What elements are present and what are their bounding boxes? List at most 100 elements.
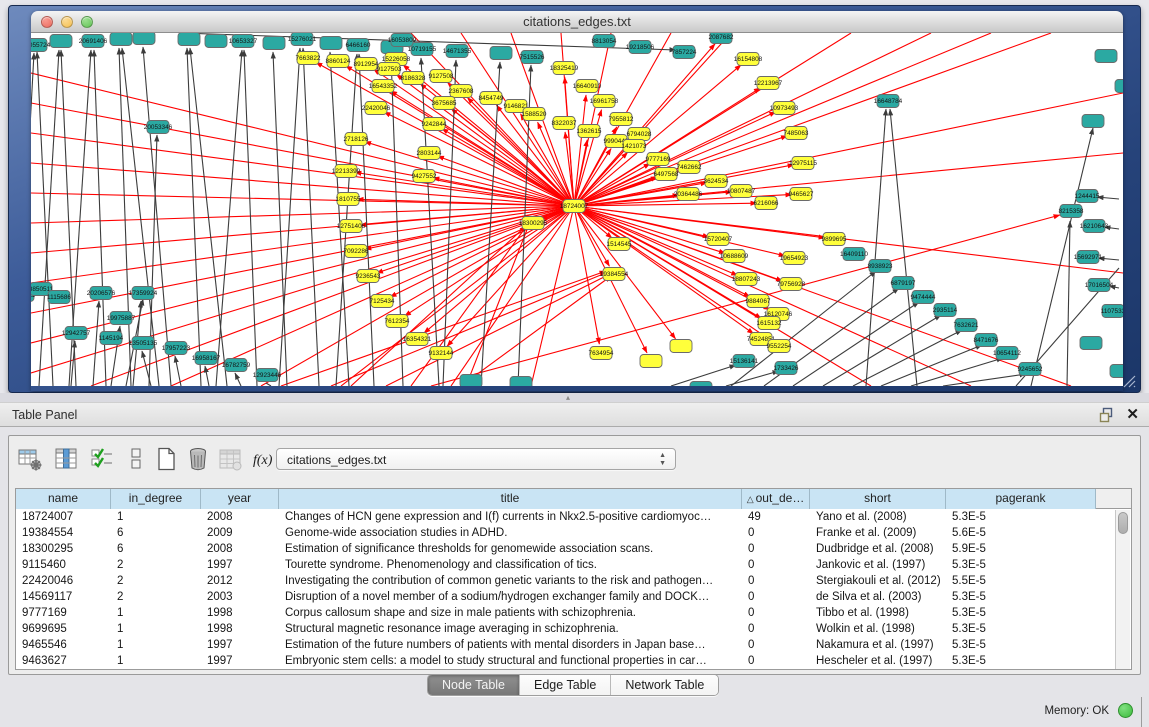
graph-node[interactable]: 2087682 bbox=[709, 33, 734, 44]
graph-node[interactable]: 8813054 bbox=[592, 35, 617, 48]
select-columns-icon[interactable] bbox=[89, 446, 115, 472]
window-titlebar[interactable]: citations_edges.txt bbox=[31, 11, 1123, 33]
cell-year[interactable]: 1997 bbox=[201, 557, 279, 573]
cell-year[interactable]: 1998 bbox=[201, 605, 279, 621]
graph-node[interactable]: 9236543 bbox=[356, 270, 381, 283]
graph-node[interactable]: 20206576 bbox=[87, 287, 116, 300]
cell-title[interactable]: Corpus callosum shape and size in male p… bbox=[279, 605, 742, 621]
cell-out_de[interactable]: 0 bbox=[742, 653, 810, 669]
graph-node[interactable]: 1244415 bbox=[1075, 190, 1100, 203]
cell-year[interactable]: 2009 bbox=[201, 525, 279, 541]
cell-year[interactable]: 2012 bbox=[201, 573, 279, 589]
close-panel-icon[interactable]: ✕ bbox=[1126, 405, 1139, 423]
graph-node[interactable]: 7663822 bbox=[296, 52, 321, 65]
cell-in_degree[interactable]: 1 bbox=[111, 653, 201, 669]
graph-node[interactable]: 7485063 bbox=[784, 127, 809, 140]
graph-node[interactable]: 19654923 bbox=[780, 252, 809, 265]
graph-node[interactable]: 8912954 bbox=[354, 58, 379, 71]
graph-node[interactable]: 8322037 bbox=[552, 117, 577, 130]
cell-year[interactable]: 2008 bbox=[201, 509, 279, 525]
table-row[interactable]: 1830029562008Estimation of significance … bbox=[16, 541, 1131, 557]
cell-in_degree[interactable]: 6 bbox=[111, 541, 201, 557]
table-row[interactable]: 969969511998Structural magnetic resonanc… bbox=[16, 621, 1131, 637]
cell-short[interactable]: Stergiakouli et al. (2012) bbox=[810, 573, 946, 589]
graph-node[interactable]: 17957223 bbox=[162, 342, 191, 355]
graph-node[interactable]: 9552254 bbox=[767, 340, 792, 353]
graph-node[interactable]: 8471676 bbox=[974, 334, 999, 347]
resize-grip-icon[interactable] bbox=[1120, 372, 1136, 388]
graph-node[interactable]: 17359924 bbox=[129, 287, 158, 300]
graph-node[interactable] bbox=[1080, 337, 1102, 350]
cell-pagerank[interactable]: 5.3E-5 bbox=[946, 637, 1096, 653]
table-settings-icon[interactable] bbox=[17, 446, 43, 472]
cell-out_de[interactable]: 0 bbox=[742, 557, 810, 573]
graph-node[interactable]: 2935114 bbox=[933, 304, 958, 317]
cell-title[interactable]: Genome-wide association studies in ADHD. bbox=[279, 525, 742, 541]
graph-node[interactable] bbox=[50, 35, 72, 48]
column-header-name[interactable]: name bbox=[16, 489, 111, 509]
graph-node[interactable]: 7955812 bbox=[609, 113, 634, 126]
graph-node[interactable]: 9899695 bbox=[822, 233, 847, 246]
graph-node[interactable]: 2718126 bbox=[344, 133, 369, 146]
graph-node[interactable]: 8860124 bbox=[326, 55, 351, 68]
graph-node[interactable] bbox=[640, 355, 662, 368]
table-row[interactable]: 1938455462009Genome-wide association stu… bbox=[16, 525, 1131, 541]
table-row[interactable]: 1456911722003Disruption of a novel membe… bbox=[16, 589, 1131, 605]
cell-pagerank[interactable]: 5.3E-5 bbox=[946, 557, 1096, 573]
graph-node[interactable]: 15720407 bbox=[704, 233, 733, 246]
graph-node[interactable]: 1145194 bbox=[99, 332, 124, 345]
graph-node[interactable]: 1733426 bbox=[774, 362, 799, 375]
graph-node[interactable]: 13505135 bbox=[129, 337, 158, 350]
cell-pagerank[interactable]: 5.9E-5 bbox=[946, 541, 1096, 557]
graph-node[interactable]: 9884067 bbox=[746, 295, 771, 308]
graph-node[interactable]: 7612354 bbox=[385, 315, 410, 328]
cell-in_degree[interactable]: 1 bbox=[111, 605, 201, 621]
graph-node[interactable]: 22420046 bbox=[362, 102, 391, 115]
graph-node[interactable]: 9245652 bbox=[1018, 363, 1043, 376]
graph-node[interactable]: 10653327 bbox=[229, 35, 258, 48]
graph-node[interactable]: 12975115 bbox=[789, 157, 817, 170]
graph-node[interactable]: 7634954 bbox=[589, 347, 614, 360]
cell-short[interactable]: de Silva et al. (2003) bbox=[810, 589, 946, 605]
graph-node[interactable]: 14671355 bbox=[443, 45, 472, 58]
graph-node[interactable] bbox=[205, 35, 227, 48]
import-table-icon[interactable] bbox=[217, 446, 243, 472]
graph-node[interactable]: 1810755 bbox=[336, 193, 361, 206]
graph-node[interactable]: 7092286 bbox=[344, 245, 369, 258]
cell-out_de[interactable]: 0 bbox=[742, 637, 810, 653]
cell-name[interactable]: 19384554 bbox=[16, 525, 111, 541]
graph-node[interactable]: 10654112 bbox=[993, 347, 1021, 360]
graph-node[interactable]: 7125434 bbox=[370, 295, 395, 308]
graph-node[interactable]: 6216066 bbox=[754, 197, 779, 210]
cell-short[interactable]: Jankovic et al. (1997) bbox=[810, 557, 946, 573]
column-header-out_de[interactable]: △out_de… bbox=[742, 489, 810, 509]
tab-edge-table[interactable]: Edge Table bbox=[520, 675, 611, 696]
cell-in_degree[interactable]: 6 bbox=[111, 525, 201, 541]
cell-short[interactable]: Wolkin et al. (1998) bbox=[810, 621, 946, 637]
graph-node[interactable]: 20364486 bbox=[674, 188, 703, 201]
graph-node[interactable] bbox=[320, 37, 342, 50]
graph-node[interactable] bbox=[670, 340, 692, 353]
graph-node[interactable]: 20691406 bbox=[79, 35, 108, 48]
scrollbar-thumb[interactable] bbox=[1118, 512, 1128, 534]
graph-node[interactable]: 12213399 bbox=[332, 165, 361, 178]
cell-short[interactable]: Nakamura et al. (1997) bbox=[810, 637, 946, 653]
graph-node[interactable]: 6497568 bbox=[654, 168, 679, 181]
graph-node[interactable]: 3624534 bbox=[704, 175, 729, 188]
cell-name[interactable]: 14569117 bbox=[16, 589, 111, 605]
graph-node[interactable]: 18807243 bbox=[732, 273, 761, 286]
network-table-selector[interactable]: citations_edges.txt ▲▼ bbox=[276, 448, 676, 470]
graph-node[interactable]: 7857224 bbox=[672, 46, 697, 59]
cell-short[interactable]: Tibbo et al. (1998) bbox=[810, 605, 946, 621]
cell-title[interactable]: Embryonic stem cells: a model to study s… bbox=[279, 653, 742, 669]
graph-node[interactable]: 10973493 bbox=[770, 102, 799, 115]
graph-node[interactable]: 16354321 bbox=[403, 333, 432, 346]
graph-node[interactable]: 9127503 bbox=[377, 63, 402, 76]
table-row[interactable]: 946554611997Estimation of the future num… bbox=[16, 637, 1131, 653]
column-header-title[interactable]: title bbox=[279, 489, 742, 509]
cell-pagerank[interactable]: 5.3E-5 bbox=[946, 621, 1096, 637]
show-column-icon[interactable] bbox=[53, 446, 79, 472]
graph-node[interactable]: 3675685 bbox=[432, 97, 457, 110]
cell-name[interactable]: 22420046 bbox=[16, 573, 111, 589]
cell-in_degree[interactable]: 2 bbox=[111, 557, 201, 573]
